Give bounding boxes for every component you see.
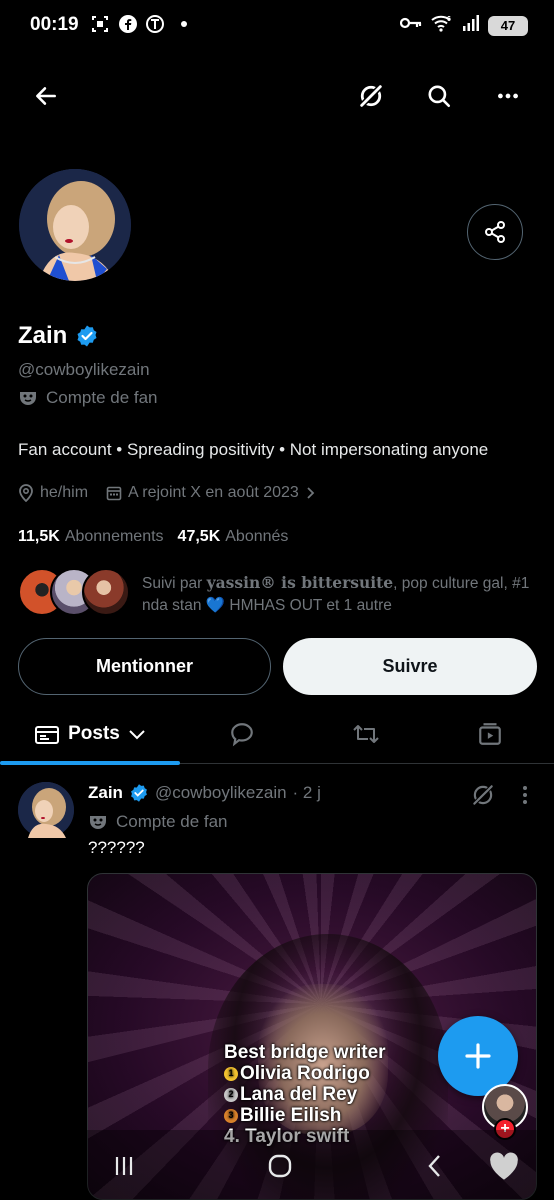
post-text: ?????? — [88, 838, 145, 857]
post-author-handle[interactable]: @cowboylikezain — [155, 783, 287, 803]
grok-icon — [358, 83, 384, 109]
post-grok-button[interactable] — [470, 782, 496, 813]
display-name: Zain — [18, 322, 99, 350]
mutual-avatars — [18, 568, 130, 616]
key-icon — [399, 16, 422, 35]
calendar-icon — [106, 486, 122, 501]
followed-by-text: Suivi par yassin® is bittersuite, pop cu… — [142, 573, 530, 614]
tab-replies[interactable] — [180, 704, 304, 764]
screenshot-icon — [90, 14, 110, 34]
mask-icon — [90, 816, 106, 829]
followers-link[interactable]: 47,5K Abonnés — [178, 528, 289, 546]
back-chevron-icon — [428, 1155, 440, 1177]
more-vertical-icon — [523, 786, 527, 804]
profile-meta: he/him A rejoint X en août 2023 — [18, 484, 317, 502]
tab-media[interactable] — [428, 704, 552, 764]
bronze-medal-icon: 3 — [224, 1108, 238, 1123]
post-time: · 2 j — [292, 783, 321, 802]
post-author-avatar[interactable] — [18, 782, 74, 838]
app-icon — [146, 14, 166, 34]
replies-icon — [231, 723, 253, 747]
silver-medal-icon: 2 — [224, 1087, 238, 1102]
followed-by[interactable]: Suivi par yassin® is bittersuite, pop cu… — [18, 568, 538, 617]
svg-text:6: 6 — [447, 16, 451, 23]
back-system-button[interactable] — [415, 1148, 455, 1184]
share-button[interactable] — [467, 204, 523, 260]
profile-handle: @cowboylikezain — [18, 360, 150, 379]
home-circle-icon — [268, 1154, 292, 1178]
grok-icon — [471, 783, 495, 807]
join-date[interactable]: A rejoint X en août 2023 — [106, 484, 317, 502]
follow-counts: 11,5K Abonnements 47,5K Abonnés — [18, 528, 288, 546]
top-nav — [0, 70, 554, 122]
location-pin-icon — [19, 484, 33, 502]
wifi-6-icon: 6 — [430, 14, 454, 37]
profile-avatar[interactable] — [16, 166, 134, 284]
profile-tabs: Posts — [0, 704, 554, 765]
post-account-label: Compte de fan — [88, 812, 228, 832]
profile-bio: Fan account • Spreading positivity • Not… — [18, 440, 489, 459]
media-icon — [479, 723, 501, 745]
avatar-image — [19, 169, 131, 281]
chevron-down-icon — [129, 730, 145, 740]
facebook-icon — [118, 14, 138, 34]
mention-button[interactable]: Mentionner — [18, 638, 271, 695]
recent-apps-icon — [115, 1157, 133, 1175]
mask-icon — [20, 392, 36, 405]
grok-button[interactable] — [349, 74, 393, 118]
account-label[interactable]: Compte de fan — [18, 388, 158, 408]
pronouns: he/him — [18, 484, 88, 502]
verified-badge-icon[interactable] — [75, 324, 99, 348]
status-bar: 00:19 6 47 — [0, 0, 554, 52]
post-header: Zain @cowboylikezain · 2 j — [88, 783, 321, 803]
plus-icon — [465, 1043, 491, 1069]
posts-icon — [35, 726, 60, 744]
search-icon — [428, 85, 451, 108]
reposts-icon — [353, 725, 379, 743]
home-button[interactable] — [260, 1148, 300, 1184]
signal-icon — [462, 15, 480, 36]
like-button[interactable] — [484, 1148, 524, 1184]
gold-medal-icon: 1 — [224, 1066, 238, 1081]
heart-icon — [490, 1152, 518, 1180]
following-link[interactable]: 11,5K Abonnements — [18, 528, 164, 546]
follow-button[interactable]: Suivre — [283, 638, 537, 695]
more-horizontal-icon — [498, 93, 518, 99]
mutual-avatar — [82, 568, 130, 616]
more-button[interactable] — [486, 74, 530, 118]
system-nav-bar — [0, 1130, 554, 1200]
recent-apps-button[interactable] — [104, 1148, 144, 1184]
battery-icon: 47 — [488, 15, 528, 36]
dot-icon — [174, 14, 194, 34]
post-author-name[interactable]: Zain — [88, 783, 123, 803]
verified-badge-icon — [131, 784, 147, 802]
status-time: 00:19 — [30, 14, 79, 35]
share-icon — [485, 221, 505, 243]
arrow-left-icon — [36, 87, 56, 105]
tab-posts[interactable]: Posts — [0, 704, 180, 765]
back-button[interactable] — [24, 74, 68, 118]
post-more-button[interactable] — [516, 782, 534, 813]
chevron-right-icon — [307, 487, 315, 499]
tab-reposts[interactable] — [304, 704, 428, 764]
search-button[interactable] — [417, 74, 461, 118]
